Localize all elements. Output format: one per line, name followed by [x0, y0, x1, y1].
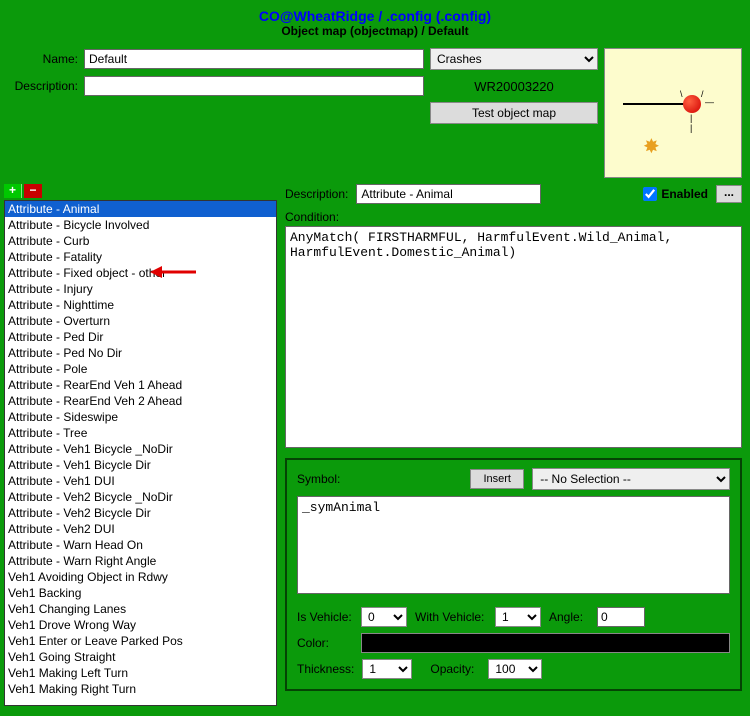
- color-label: Color:: [297, 636, 353, 650]
- remove-icon[interactable]: −: [24, 184, 42, 198]
- list-item[interactable]: Attribute - RearEnd Veh 2 Ahead: [5, 393, 276, 409]
- isvehicle-select[interactable]: 0: [361, 607, 407, 627]
- list-item[interactable]: Attribute - Fatality: [5, 249, 276, 265]
- list-item[interactable]: Attribute - Injury: [5, 281, 276, 297]
- list-item[interactable]: Attribute - Veh2 DUI: [5, 521, 276, 537]
- list-item[interactable]: Attribute - Warn Right Angle: [5, 553, 276, 569]
- symbol-textarea[interactable]: _symAnimal: [297, 496, 730, 594]
- attribute-list[interactable]: Attribute - AnimalAttribute - Bicycle In…: [4, 200, 277, 706]
- list-item[interactable]: Attribute - Bicycle Involved: [5, 217, 276, 233]
- condition-label: Condition:: [285, 210, 742, 224]
- list-item[interactable]: Attribute - Animal: [5, 201, 276, 217]
- preview-line-icon: [623, 103, 689, 105]
- header-subtitle: Object map (objectmap) / Default: [0, 24, 750, 38]
- list-item[interactable]: Veh1 Making Right Turn: [5, 681, 276, 697]
- burst-icon: ✸: [643, 134, 660, 159]
- list-item[interactable]: Attribute - Veh2 Bicycle _NoDir: [5, 489, 276, 505]
- list-item[interactable]: Attribute - Veh1 Bicycle _NoDir: [5, 441, 276, 457]
- insert-button[interactable]: Insert: [470, 469, 524, 489]
- list-item[interactable]: Veh1 Avoiding Object in Rdwy: [5, 569, 276, 585]
- name-input[interactable]: [84, 49, 424, 69]
- list-item[interactable]: Veh1 Enter or Leave Parked Pos: [5, 633, 276, 649]
- enabled-label: Enabled: [661, 187, 708, 201]
- thickness-label: Thickness:: [297, 662, 354, 676]
- list-item[interactable]: Attribute - Veh2 Bicycle Dir: [5, 505, 276, 521]
- list-item[interactable]: Attribute - Veh1 Bicycle Dir: [5, 457, 276, 473]
- list-item[interactable]: Veh1 Going Straight: [5, 649, 276, 665]
- header-title: CO@WheatRidge / .config (.config): [0, 8, 750, 24]
- wr-code-label: WR20003220: [430, 79, 598, 94]
- rp-description-input[interactable]: [356, 184, 541, 204]
- withvehicle-label: With Vehicle:: [415, 610, 487, 624]
- list-item[interactable]: Attribute - Warn Head On: [5, 537, 276, 553]
- symbol-select[interactable]: -- No Selection --: [532, 468, 730, 490]
- list-item[interactable]: Veh1 Drove Wrong Way: [5, 617, 276, 633]
- opacity-select[interactable]: 100: [488, 659, 542, 679]
- list-item[interactable]: Attribute - Fixed object - other: [5, 265, 276, 281]
- list-item[interactable]: Veh1 Changing Lanes: [5, 601, 276, 617]
- condition-textarea[interactable]: AnyMatch( FIRSTHARMFUL, HarmfulEvent.Wil…: [285, 226, 742, 448]
- header: CO@WheatRidge / .config (.config) Object…: [0, 0, 750, 38]
- thickness-select[interactable]: 1: [362, 659, 412, 679]
- add-icon[interactable]: +: [4, 184, 22, 198]
- enabled-checkbox[interactable]: [643, 187, 657, 201]
- color-select[interactable]: [361, 633, 730, 653]
- name-label: Name:: [8, 52, 78, 66]
- list-item[interactable]: Attribute - Pole: [5, 361, 276, 377]
- preview-box: \ / | | — ✸: [604, 48, 742, 178]
- symbol-section: Symbol: Insert -- No Selection -- _symAn…: [285, 458, 742, 691]
- list-item[interactable]: Veh1 Making Left Turn: [5, 665, 276, 681]
- symbol-label: Symbol:: [297, 472, 340, 486]
- list-item[interactable]: Attribute - Sideswipe: [5, 409, 276, 425]
- crashes-select[interactable]: Crashes: [430, 48, 598, 70]
- angle-label: Angle:: [549, 610, 589, 624]
- list-item[interactable]: Attribute - Curb: [5, 233, 276, 249]
- opacity-label: Opacity:: [430, 662, 480, 676]
- description-label: Description:: [8, 79, 78, 93]
- list-item[interactable]: Attribute - Nighttime: [5, 297, 276, 313]
- withvehicle-select[interactable]: 1: [495, 607, 541, 627]
- test-object-map-button[interactable]: Test object map: [430, 102, 598, 124]
- isvehicle-label: Is Vehicle:: [297, 610, 353, 624]
- list-item[interactable]: Attribute - Veh1 DUI: [5, 473, 276, 489]
- list-item[interactable]: Veh1 Backing: [5, 585, 276, 601]
- list-item[interactable]: Attribute - Ped Dir: [5, 329, 276, 345]
- rp-description-label: Description:: [285, 187, 348, 201]
- list-item[interactable]: Attribute - Overturn: [5, 313, 276, 329]
- description-input[interactable]: [84, 76, 424, 96]
- list-item[interactable]: Attribute - RearEnd Veh 1 Ahead: [5, 377, 276, 393]
- more-button[interactable]: ...: [716, 185, 742, 203]
- list-item[interactable]: Attribute - Ped No Dir: [5, 345, 276, 361]
- angle-input[interactable]: [597, 607, 645, 627]
- list-item[interactable]: Attribute - Tree: [5, 425, 276, 441]
- crash-dot-icon: [683, 95, 701, 113]
